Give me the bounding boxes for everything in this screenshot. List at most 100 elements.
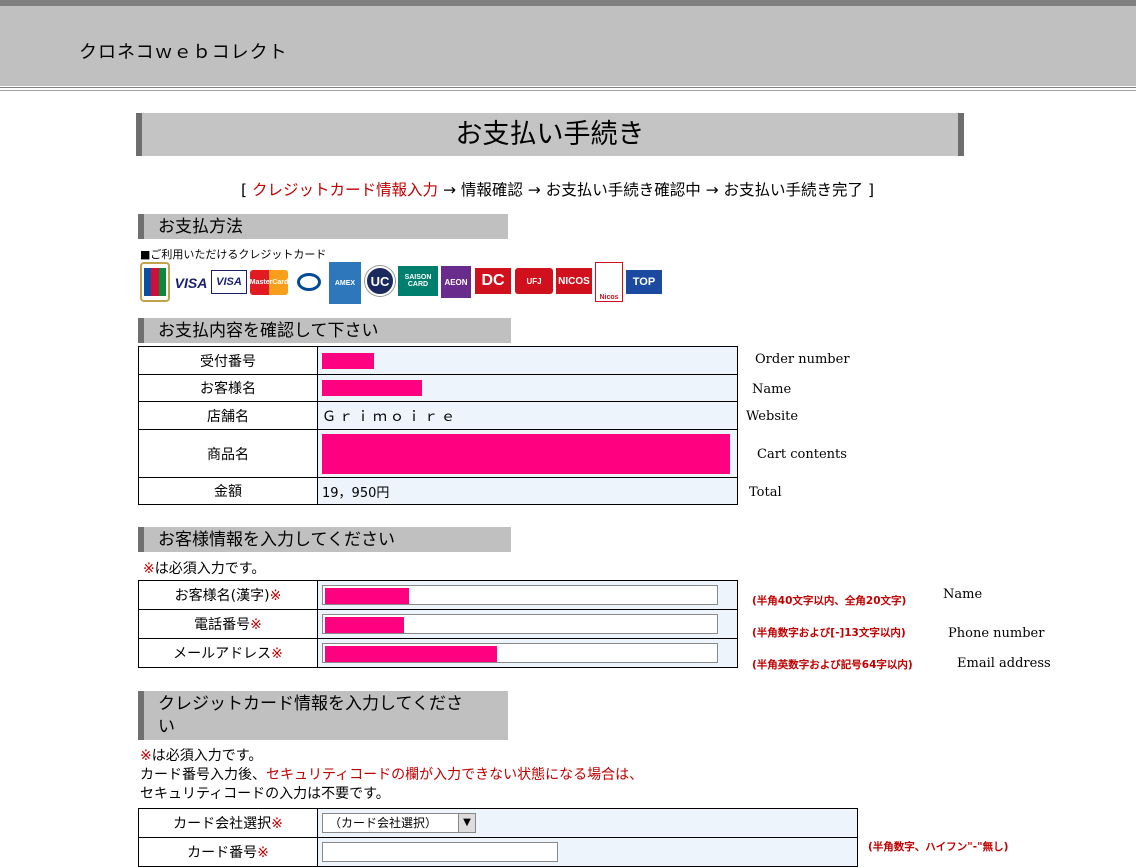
label-text: メールアドレス [173, 646, 272, 662]
label-text: お客様名(漢字) [174, 588, 270, 604]
section-heading-payment-method: お支払方法 [138, 214, 508, 239]
diners-logo [292, 264, 326, 300]
customer-name-input[interactable] [322, 585, 718, 605]
row-label: カード会社選択※ [138, 808, 318, 838]
card-notice-line1: カード番号入力後、セキュリティコードの欄が入力できない状態になる場合は、 [140, 764, 643, 784]
required-mark: ※ [269, 588, 282, 604]
customer-table: お客様名(漢字)※ 電話番号※ メールアドレス※ [138, 580, 738, 668]
required-text: は必須入力です。 [151, 748, 263, 764]
nicos-logo: NICOS [556, 268, 592, 294]
table-row: カード番号※ [138, 837, 858, 867]
chevron-down-icon[interactable]: ▼ [458, 814, 475, 832]
steps-bracket-open: [ [241, 181, 248, 199]
phone-cell [317, 609, 738, 639]
email-cell [317, 638, 738, 668]
order-number-value [317, 346, 738, 375]
table-row: お客様名 [138, 374, 738, 402]
total-value: 19，950円 [317, 477, 738, 505]
en-label-cart: Cart contents [757, 447, 847, 462]
redacted-block [325, 646, 497, 662]
visa-card-logo: VISA [211, 270, 247, 294]
cart-contents-value [317, 429, 738, 478]
required-mark: ※ [143, 561, 155, 577]
email-input[interactable] [322, 643, 718, 663]
en-label-order-number: Order number [755, 352, 850, 367]
required-mark: ※ [140, 748, 152, 764]
required-mark: ※ [271, 646, 283, 662]
step-current: クレジットカード情報入力 [252, 181, 439, 199]
required-mark: ※ [257, 845, 269, 861]
table-row: 商品名 [138, 429, 738, 478]
amex-logo: AMEX [329, 262, 361, 304]
brand-title: クロネコｗｅｂコレクト [79, 42, 288, 63]
uc-logo: UC [365, 266, 395, 296]
label-text: カード会社選択 [173, 816, 272, 832]
redacted-block [322, 433, 730, 474]
cards-label: ■ご利用いただけるクレジットカード [140, 248, 327, 261]
top-card-logo: TOP [626, 270, 662, 294]
progress-steps: [ クレジットカード情報入力 → 情報確認 → お支払い手続き確認中 → お支払… [241, 178, 874, 200]
card-number-input[interactable] [322, 842, 558, 862]
aeon-logo: AEON [441, 266, 471, 298]
select-value: （カード会社選択） [329, 816, 438, 830]
table-row: 店舗名 Ｇｒｉｍｏｉｒｅ [138, 401, 738, 430]
row-label: メールアドレス※ [138, 638, 318, 668]
table-row: お客様名(漢字)※ [138, 580, 738, 610]
en-label-phone: Phone number [948, 626, 1045, 641]
steps-bracket-close: ] [867, 181, 875, 199]
divider [0, 87, 1136, 88]
hint-name: (半角40文字以内、全角20文字) [752, 595, 907, 607]
en-label-name: Name [752, 382, 792, 397]
row-label: 金額 [138, 477, 318, 505]
row-label: 商品名 [138, 429, 318, 478]
redacted-block [322, 352, 374, 369]
phone-input[interactable] [322, 614, 718, 634]
card-required-note: ※は必須入力です。 [140, 745, 262, 765]
nicos-c-logo: Nicos [595, 262, 623, 302]
card-table: カード会社選択※ （カード会社選択） ▼ カード番号※ [138, 808, 858, 867]
table-row: 金額 19，950円 [138, 477, 738, 505]
section-heading-card-info: クレジットカード情報を入力してくださ い [138, 691, 508, 740]
required-mark: ※ [271, 816, 283, 832]
en-label-website: Website [746, 409, 799, 424]
mastercard-logo: MasterCard [250, 270, 288, 295]
row-label: お客様名(漢字)※ [138, 580, 318, 610]
heading-line1: クレジットカード情報を入力してくださ [158, 694, 463, 714]
redacted-block [325, 588, 409, 604]
saison-logo: SAISON CARD [398, 266, 438, 296]
steps-remaining: → 情報確認 → お支払い手続き確認中 → お支払い手続き完了 [442, 181, 868, 199]
jcb-logo [140, 262, 170, 302]
required-text: は必須入力です。 [154, 561, 266, 577]
ufj-logo: UFJ [515, 268, 553, 294]
card-company-select[interactable]: （カード会社選択） ▼ [322, 813, 476, 833]
notice-prefix: カード番号入力後、 [140, 767, 266, 783]
table-row: カード会社選択※ （カード会社選択） ▼ [138, 808, 858, 838]
row-label: 店舗名 [138, 401, 318, 430]
row-label: 受付番号 [138, 346, 318, 375]
required-mark: ※ [250, 617, 262, 633]
page-title: お支払い手続き [136, 113, 964, 156]
table-row: 電話番号※ [138, 609, 738, 639]
table-row: メールアドレス※ [138, 638, 738, 668]
label-text: カード番号 [187, 845, 258, 861]
redacted-block [322, 380, 422, 396]
en-label-customer-name: Name [943, 587, 983, 602]
row-label: お客様名 [138, 374, 318, 402]
section-heading-customer: お客様情報を入力してください [138, 527, 511, 552]
top-banner: クロネコｗｅｂコレクト [0, 0, 1136, 86]
card-number-cell [317, 837, 858, 867]
divider [0, 90, 1136, 91]
row-label: カード番号※ [138, 837, 318, 867]
dc-logo: DC [475, 268, 511, 294]
heading-line2: い [158, 717, 175, 737]
hint-email: (半角英数字および記号64字以内) [752, 659, 913, 671]
en-label-total: Total [749, 485, 782, 500]
required-note: ※は必須入力です。 [143, 558, 265, 578]
card-company-cell: （カード会社選択） ▼ [317, 808, 858, 838]
label-text: 電話番号 [194, 617, 251, 633]
table-row: 受付番号 [138, 346, 738, 375]
row-label: 電話番号※ [138, 609, 318, 639]
card-notice-line2: セキュリティコードの入力は不要です。 [140, 786, 390, 802]
notice-red: セキュリティコードの欄が入力できない状態になる場合は、 [266, 767, 644, 783]
section-heading-confirm: お支払内容を確認して下さい [138, 318, 511, 343]
